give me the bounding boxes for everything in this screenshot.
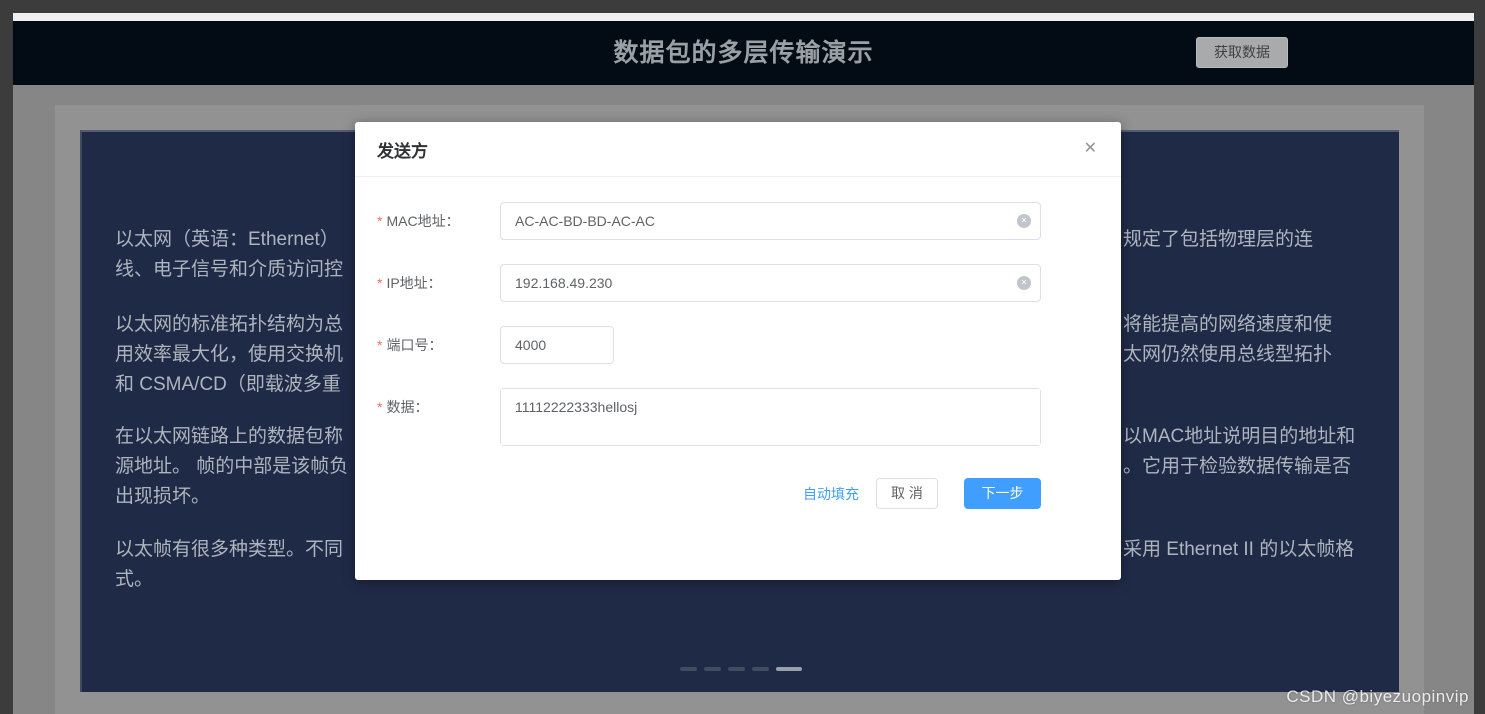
dialog-footer: 自动填充 取 消 下一步 xyxy=(355,478,1041,509)
bg-text-fragment: 线、电子信号和介质访问控 xyxy=(115,259,344,280)
ip-label: * IP地址： xyxy=(377,264,500,302)
port-label-text: 端口号： xyxy=(386,337,443,353)
dialog-header: 发送方 ✕ xyxy=(355,122,1121,177)
bg-text-fragment: 。它用于检验数据传输是否 xyxy=(1123,456,1352,477)
mac-label: * MAC地址： xyxy=(377,202,500,240)
fetch-data-button[interactable]: 获取数据 xyxy=(1196,37,1288,68)
bg-text-fragment: 将能提高的网络速度和使 xyxy=(1123,314,1333,335)
mac-input-box: ✕ xyxy=(500,202,1041,240)
carousel-dash[interactable] xyxy=(703,667,721,671)
clear-icon[interactable]: ✕ xyxy=(1017,214,1031,228)
dialog-body: *MAC地址： ✕ *IP地址： ✕ *端口号： xyxy=(355,177,1121,446)
bg-text-fragment: 出现损坏。 xyxy=(115,486,211,507)
bg-text-fragment: 以MAC地址说明目的地址和 xyxy=(1123,426,1356,447)
carousel-dash[interactable] xyxy=(751,667,769,671)
clear-icon[interactable]: ✕ xyxy=(1017,276,1031,290)
form-row-ip: *IP地址： ✕ xyxy=(377,264,1041,302)
bg-text-fragment: 和 CSMA/CD（即载波多重 xyxy=(115,374,341,395)
bg-text-fragment: 用效率最大化，使用交换机 xyxy=(115,344,344,365)
bg-text-fragment: 太网仍然使用总线型拓扑 xyxy=(1123,344,1333,365)
autofill-button[interactable]: 自动填充 xyxy=(803,484,859,504)
bg-text-fragment: 在以太网链路上的数据包称 xyxy=(115,426,344,447)
ip-input[interactable] xyxy=(501,265,1040,301)
bg-text-fragment: 以太网（英语：Ethernet） xyxy=(115,229,339,250)
close-icon[interactable]: ✕ xyxy=(1084,141,1097,157)
carousel-dash[interactable] xyxy=(679,667,697,671)
port-label: * 端口号： xyxy=(377,326,500,364)
watermark: CSDN @biyezuopinvip xyxy=(1286,687,1469,706)
bg-text-fragment: 规定了包括物理层的连 xyxy=(1123,229,1314,250)
screen: 数据包的多层传输演示 获取数据 以太网（英语：Ethernet） 规定了包括物理… xyxy=(0,0,1485,714)
data-textarea-box: 11112222333hellosj xyxy=(500,388,1041,446)
cancel-button[interactable]: 取 消 xyxy=(876,478,938,509)
dialog-title: 发送方 xyxy=(377,141,428,161)
sender-dialog: 发送方 ✕ *MAC地址： ✕ *IP地址： ✕ xyxy=(355,122,1121,580)
ip-label-text: IP地址： xyxy=(386,275,442,291)
bg-text-fragment: 式。 xyxy=(115,569,154,590)
browser-strip xyxy=(13,13,1474,21)
data-textarea[interactable]: 11112222333hellosj xyxy=(501,389,1040,445)
carousel-dash[interactable] xyxy=(727,667,745,671)
data-label: * 数据： xyxy=(377,388,500,446)
carousel-dash-active[interactable] xyxy=(775,667,802,671)
bg-text-fragment: 源地址。 帧的中部是该帧负 xyxy=(115,456,349,477)
data-label-text: 数据： xyxy=(386,399,429,415)
next-step-button[interactable]: 下一步 xyxy=(964,478,1041,509)
carousel-pagination xyxy=(679,667,802,671)
mac-label-text: MAC地址： xyxy=(386,213,460,229)
ip-input-box: ✕ xyxy=(500,264,1041,302)
bg-text-fragment: 以太网的标准拓扑结构为总 xyxy=(115,314,344,335)
bg-text-fragment: 以太帧有很多种类型。不同 xyxy=(115,539,344,560)
required-mark: * xyxy=(377,337,383,353)
bg-text-fragment: 采用 Ethernet II 的以太帧格 xyxy=(1123,539,1355,560)
port-input-box xyxy=(500,326,614,364)
form-row-mac: *MAC地址： ✕ xyxy=(377,202,1041,240)
port-input[interactable] xyxy=(501,327,613,363)
required-mark: * xyxy=(377,213,383,229)
mac-input[interactable] xyxy=(501,203,1040,239)
required-mark: * xyxy=(377,275,383,291)
form-row-port: * 端口号： xyxy=(377,326,1041,364)
app-header: 数据包的多层传输演示 获取数据 xyxy=(13,21,1474,85)
form-row-data: * 数据： 11112222333hellosj xyxy=(377,388,1041,446)
required-mark: * xyxy=(377,399,383,415)
